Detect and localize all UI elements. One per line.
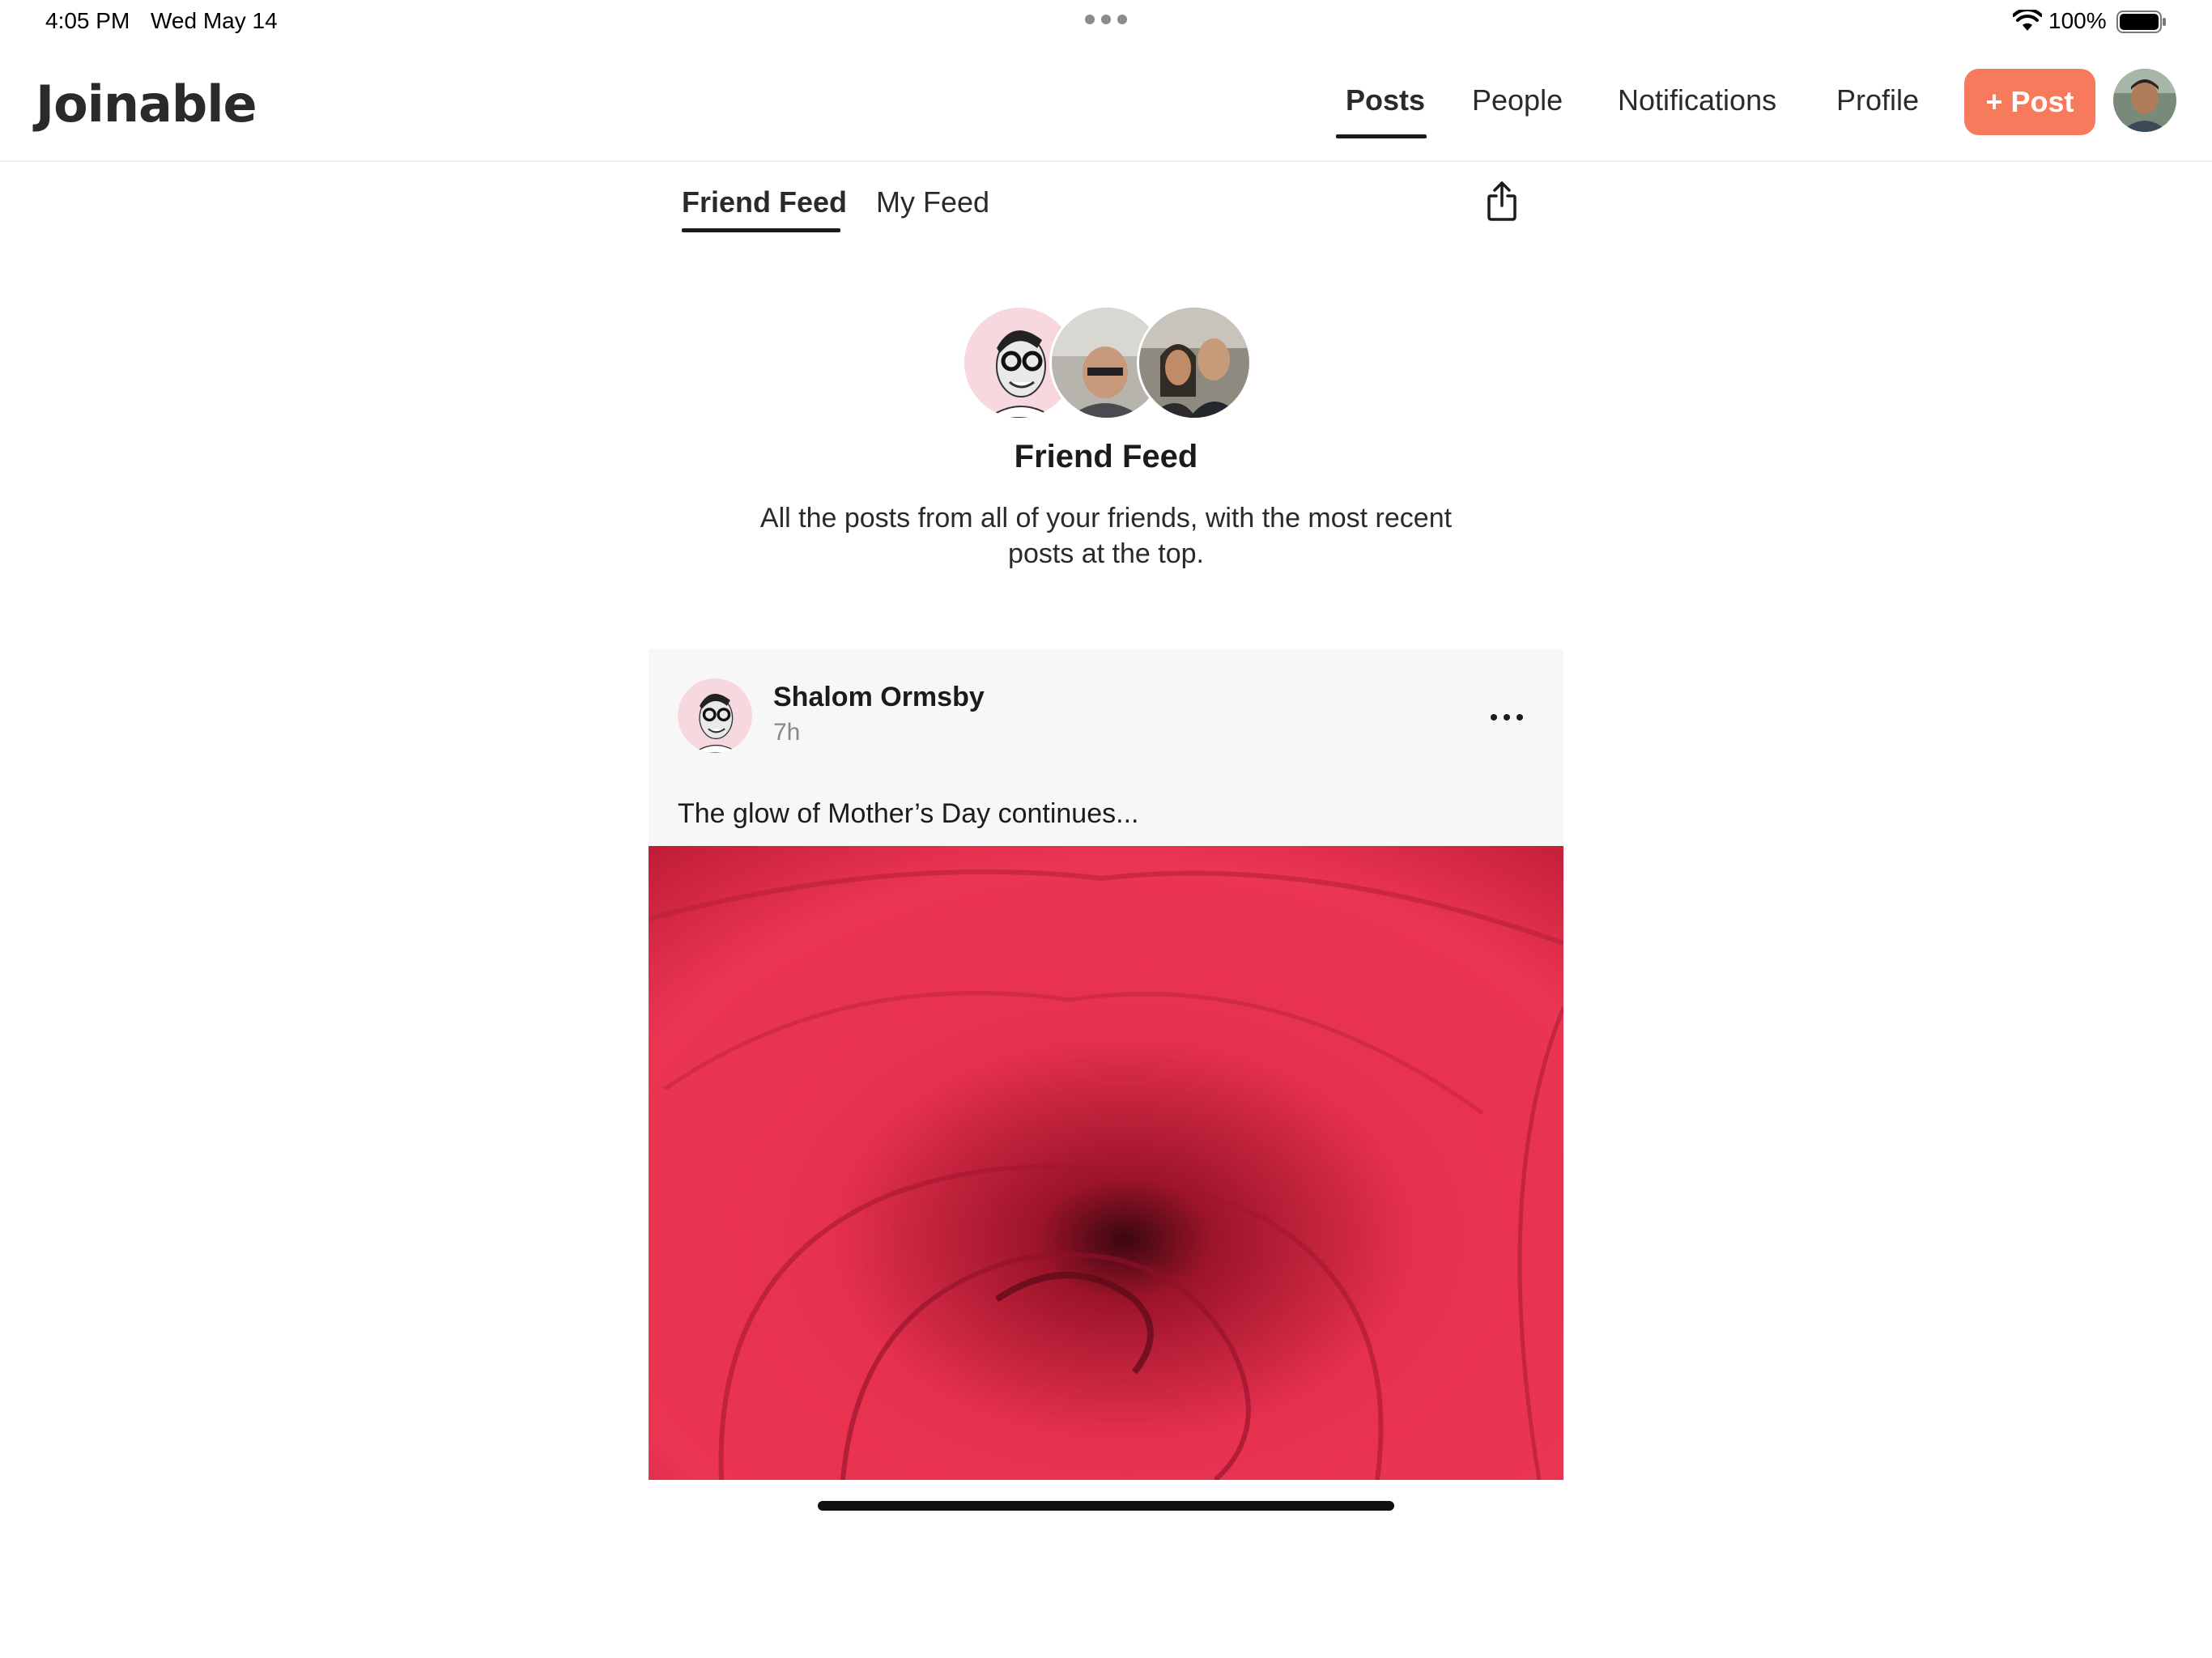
share-icon[interactable] <box>1487 180 1517 222</box>
nav-active-indicator <box>1336 134 1427 138</box>
post-author-avatar[interactable] <box>678 678 752 753</box>
battery-icon <box>2116 11 2166 33</box>
nav-profile[interactable]: Profile <box>1836 83 1919 118</box>
new-post-button[interactable]: + Post <box>1964 69 2095 135</box>
status-date: Wed May 14 <box>151 8 278 33</box>
battery-percent: 100% <box>2048 8 2107 33</box>
user-avatar[interactable] <box>2113 69 2176 132</box>
wifi-icon <box>2013 10 2042 31</box>
nav-notifications[interactable]: Notifications <box>1618 83 1776 118</box>
status-time: 4:05 PM <box>45 8 130 33</box>
top-navigation: Joinable Posts People Notifications Prof… <box>0 49 2212 162</box>
post-text: The glow of Mother’s Day continues... <box>678 798 1139 829</box>
post-card: Shalom Ormsby 7h The glow of Mother’s Da… <box>649 649 1563 1480</box>
post-timestamp: 7h <box>773 719 801 746</box>
more-horizontal-icon[interactable] <box>1491 714 1523 722</box>
tab-my-feed[interactable]: My Feed <box>876 185 989 220</box>
multitask-dots-icon[interactable] <box>1085 15 1127 26</box>
tab-active-indicator <box>682 228 840 232</box>
nav-posts[interactable]: Posts <box>1346 83 1425 118</box>
post-author-name[interactable]: Shalom Ormsby <box>773 682 985 713</box>
post-photo[interactable] <box>649 846 1563 1480</box>
feed-title: Friend Feed <box>1014 439 1198 474</box>
feed-description: All the posts from all of your friends, … <box>759 503 1453 569</box>
friend-avatars-group <box>962 305 1252 420</box>
tab-friend-feed[interactable]: Friend Feed <box>682 185 847 220</box>
home-indicator <box>818 1501 1394 1511</box>
app-logo[interactable]: Joinable <box>36 74 257 134</box>
nav-people[interactable]: People <box>1472 83 1563 118</box>
friend-avatar <box>1137 305 1252 420</box>
